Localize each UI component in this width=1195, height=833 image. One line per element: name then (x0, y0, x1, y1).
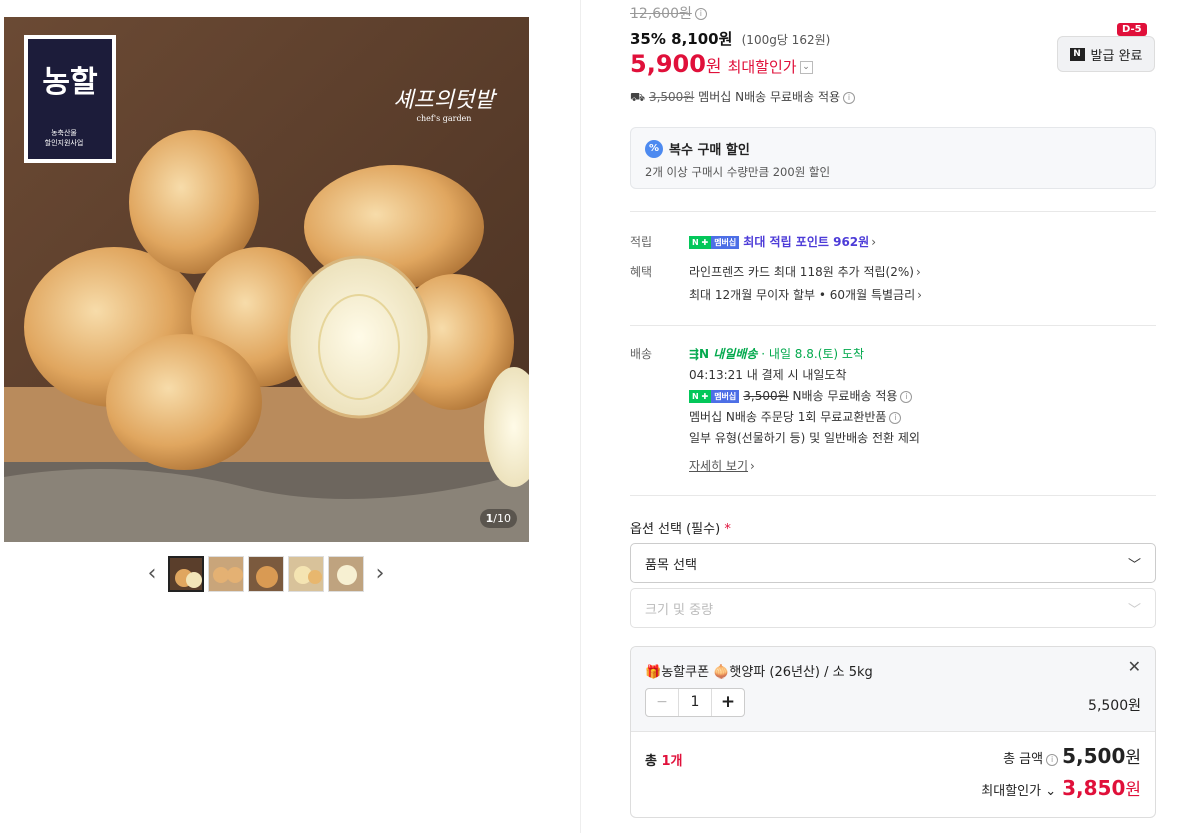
thumbnail-3[interactable] (248, 556, 284, 592)
size-weight-select[interactable]: 크기 및 중량 ﹀ (630, 588, 1156, 628)
delivery-label: 배송 (630, 347, 653, 361)
naver-plus-membership-icon: N ✚ 멤버십 (689, 236, 740, 249)
svg-text:할인지원사업: 할인지원사업 (45, 138, 84, 147)
thumbnail-1[interactable] (168, 556, 204, 592)
total-amount: 총 금액 i 5,500원 (1003, 744, 1141, 768)
divider (630, 211, 1156, 212)
installment-benefit-link[interactable]: 최대 12개월 무이자 할부 • 60개월 특별금리 › (689, 286, 922, 303)
svg-text:농축산물: 농축산물 (51, 128, 77, 137)
info-icon[interactable]: i (843, 91, 856, 104)
delivery-detail-link[interactable]: 자세히 보기 › (689, 457, 755, 474)
column-divider (580, 0, 581, 833)
coupon-issued-button[interactable]: N 발급 완료 (1057, 36, 1155, 72)
gift-icon: 🎁 (645, 665, 662, 680)
dday-badge: D-5 (1117, 23, 1147, 36)
multi-purchase-discount: % 복수 구매 할인 2개 이상 구매시 수량만큼 200원 할인 (630, 127, 1156, 189)
shipping-summary: ⛟ 3,500원 멤버십 N배송 무료배송 적용 i (630, 88, 856, 106)
delivery-fee-line: N ✚ 멤버십 3,500원 N배송 무료배송 적용 i (689, 387, 913, 404)
onion-icon: 🧅 (713, 665, 730, 680)
card-benefit-link[interactable]: 라인프렌즈 카드 최대 118원 추가 적립(2%) › (689, 263, 921, 280)
points-label: 적립 (630, 235, 653, 249)
naver-n-icon: N (1069, 47, 1085, 61)
info-icon[interactable]: i (1046, 753, 1059, 766)
chevron-down-icon: ﹀ (1127, 557, 1141, 573)
discount-rate: 35% (630, 30, 666, 48)
sale-price: 8,100원 (671, 30, 733, 48)
tomorrow-delivery: ⇶N 내일배송 · 내일 8.8.(토) 도착 (689, 347, 865, 361)
item-select[interactable]: 품목 선택 ﹀ (630, 543, 1156, 583)
chevron-down-icon: ⌄ (1045, 784, 1057, 799)
chevron-down-icon[interactable]: ⌄ (799, 61, 813, 74)
chevron-left-icon[interactable]: ‹ (140, 556, 164, 592)
svg-text:chef's garden: chef's garden (417, 114, 472, 123)
onion-photo: 농할 농축산물 할인지원사업 셰프의텃밭 chef's garden (4, 17, 529, 542)
exchange-line: 멤버십 N배송 주문당 1회 무료교환반품 i (689, 408, 902, 425)
benefits-label: 혜택 (630, 265, 653, 279)
percent-icon: % (645, 139, 663, 158)
sale-price-line: 35% 8,100원 (100g당 162원) (630, 28, 830, 49)
total-count: 총 1개 (645, 754, 683, 769)
countdown-line: 04:13:21 내 결제 시 내일도착 (689, 368, 847, 382)
product-main-image[interactable]: 농할 농축산물 할인지원사업 셰프의텃밭 chef's garden 1/10 (4, 17, 529, 542)
selected-option-box: 🎁농할쿠폰 🧅햇양파 (26년산) / 소 5kg ✕ − 1 + 5,500원… (630, 646, 1156, 818)
thumbnail-4[interactable] (288, 556, 324, 592)
original-price: 12,600원 i (630, 3, 707, 23)
brand-logo: 셰프의텃밭 (393, 88, 497, 113)
item-price: 5,500원 (1088, 698, 1141, 714)
quantity-value[interactable]: 1 (679, 689, 711, 716)
increase-button[interactable]: + (711, 689, 744, 716)
image-counter: 1/10 (479, 509, 517, 528)
decrease-button[interactable]: − (646, 689, 679, 716)
selected-item-name: 🎁농할쿠폰 🧅햇양파 (26년산) / 소 5kg (645, 665, 873, 680)
delivery-note: 일부 유형(선물하기 등) 및 일반배송 전환 제외 (689, 431, 920, 445)
unit-price: (100g당 162원) (741, 33, 831, 47)
points-link[interactable]: N ✚ 멤버십 최대 적립 포인트 962원 › (689, 233, 876, 250)
tomorrow-delivery-badge: ⇶N 내일배송 (689, 347, 758, 361)
divider (630, 495, 1156, 496)
naver-plus-membership-icon: N ✚ 멤버십 (689, 390, 740, 403)
option-label: 옵션 선택 (필수) * (630, 522, 731, 537)
chevron-right-icon[interactable]: › (368, 556, 392, 592)
max-discount-total[interactable]: 최대할인가 ⌄ 3,850원 (981, 775, 1141, 800)
info-icon[interactable]: i (889, 411, 902, 424)
chevron-down-icon: ﹀ (1127, 602, 1141, 618)
thumbnail-2[interactable] (208, 556, 244, 592)
divider (630, 325, 1156, 326)
close-icon[interactable]: ✕ (1128, 657, 1141, 676)
thumbnail-strip: ‹ › (140, 556, 392, 592)
info-icon[interactable]: i (900, 390, 913, 403)
max-discount-price[interactable]: 5,900원 최대할인가 ⌄ (630, 50, 813, 78)
info-icon[interactable]: i (694, 8, 707, 20)
quantity-stepper: − 1 + (645, 688, 745, 717)
svg-text:농할: 농할 (42, 65, 98, 100)
thumbnail-5[interactable] (328, 556, 364, 592)
truck-icon: ⛟ (630, 90, 646, 104)
